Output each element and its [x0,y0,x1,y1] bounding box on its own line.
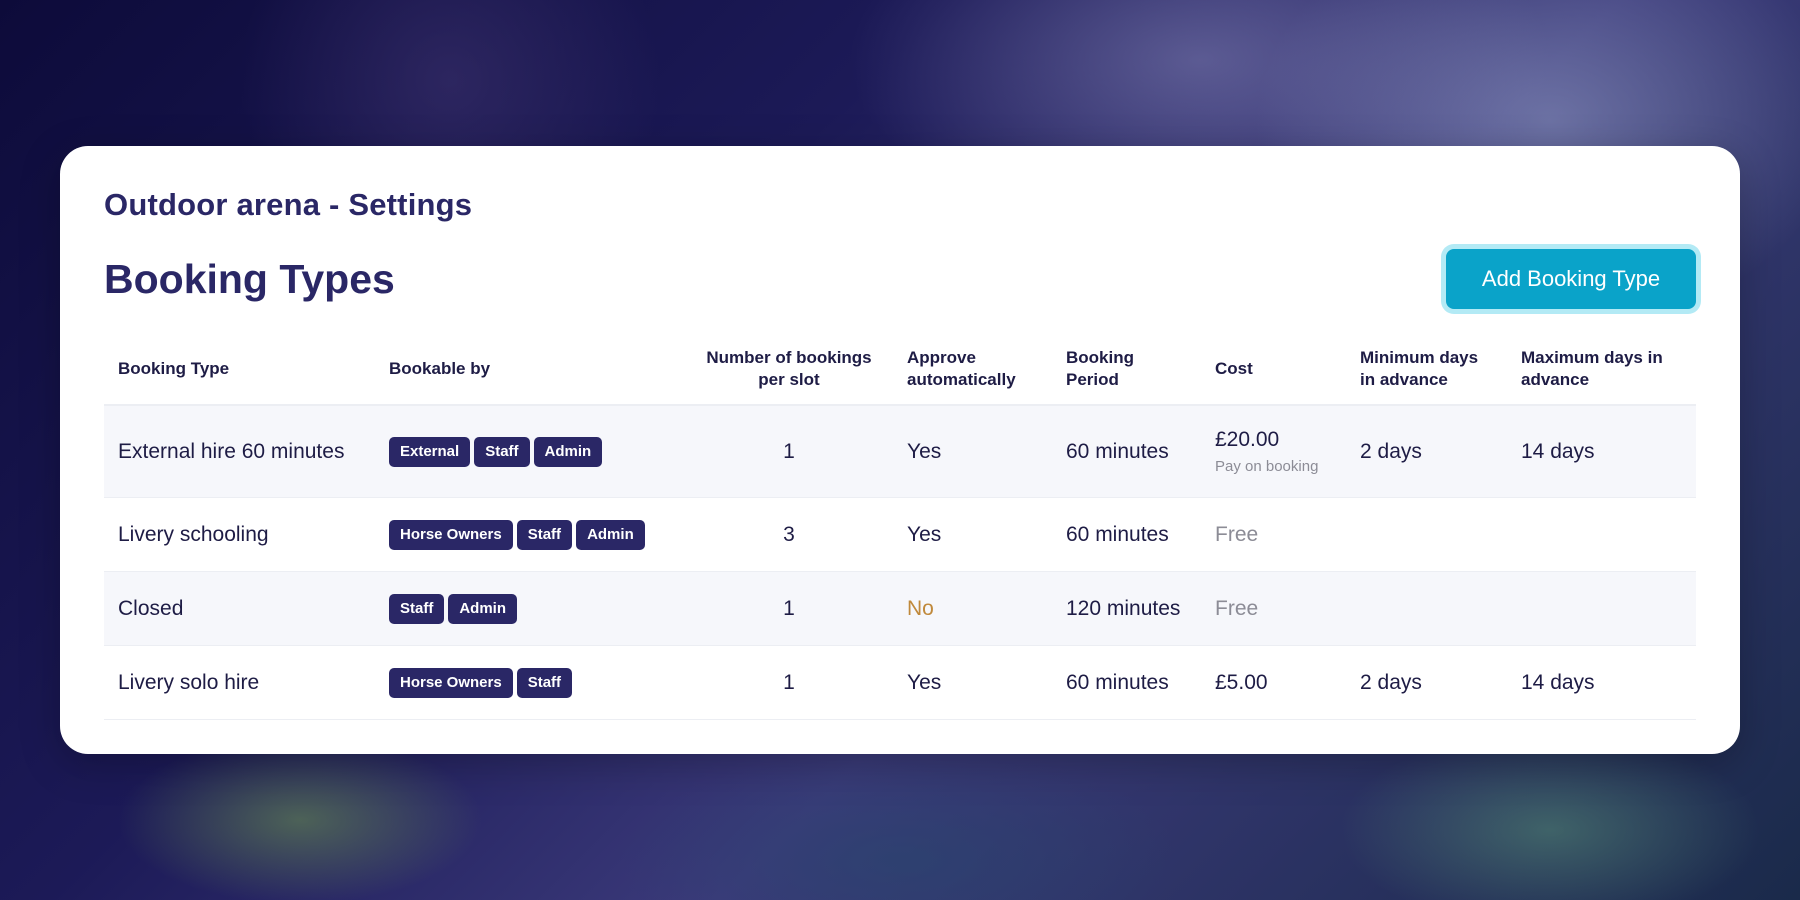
table-row[interactable]: External hire 60 minutes External Staff Ad… [104,405,1696,499]
min-days [1346,571,1507,647]
approve-automatically: Yes [893,645,1052,721]
table-row[interactable]: Closed Staff Admin 1 No 120 minutes Free [104,571,1696,647]
role-badge: External [389,436,471,467]
bookable-by-cell: External Staff Admin [375,405,685,499]
role-badge: Staff [474,436,530,467]
header-cost[interactable]: Cost [1201,334,1346,407]
max-days: 14 days [1507,645,1696,721]
booking-period: 60 minutes [1052,497,1201,573]
approve-automatically: Yes [893,497,1052,573]
bookings-per-slot: 1 [685,571,893,647]
cost-note: Pay on booking [1215,458,1319,476]
cost-value: £20.00 [1215,428,1280,452]
cost-value: £5.00 [1201,645,1346,721]
header-booking-type[interactable]: Booking Type [104,334,375,407]
header-bookable-by[interactable]: Bookable by [375,334,685,407]
table-header-row: Booking Type Bookable by Number of booki… [104,334,1696,407]
role-badge: Staff [516,667,573,698]
header-min-days[interactable]: Minimum days in advance [1346,334,1507,407]
cost-value: Free [1201,571,1346,647]
table-row[interactable]: Livery solo hire Horse Owners Staff 1 Yes… [104,645,1696,721]
role-badge: Staff [389,593,445,624]
booking-period: 120 minutes [1052,571,1201,647]
min-days: 2 days [1346,405,1507,499]
header-approve-automatically[interactable]: Approve automatically [893,334,1052,407]
bookings-per-slot: 3 [685,497,893,573]
bookable-by-cell: Staff Admin [375,571,685,647]
header-max-days[interactable]: Maximum days in advance [1507,334,1696,407]
max-days [1507,571,1696,647]
booking-period: 60 minutes [1052,645,1201,721]
role-badge: Horse Owners [389,667,513,698]
role-badge: Horse Owners [389,519,513,550]
booking-type-name[interactable]: External hire 60 minutes [104,405,375,499]
add-booking-type-button[interactable]: Add Booking Type [1446,249,1696,310]
section-header: Booking Types Add Booking Type [104,248,1696,310]
max-days [1507,497,1696,573]
bookings-per-slot: 1 [685,645,893,721]
approve-automatically: Yes [893,405,1052,499]
header-bookings-per-slot[interactable]: Number of bookings per slot [685,334,893,407]
booking-period: 60 minutes [1052,405,1201,499]
table-row[interactable]: Livery schooling Horse Owners Staff Admin … [104,497,1696,573]
max-days: 14 days [1507,405,1696,499]
role-badge: Staff [516,519,573,550]
header-booking-period[interactable]: Booking Period [1052,334,1201,407]
section-title: Booking Types [104,255,395,302]
min-days [1346,497,1507,573]
cost-cell: £20.00 Pay on booking [1201,405,1346,499]
bookable-by-cell: Horse Owners Staff [375,645,685,721]
min-days: 2 days [1346,645,1507,721]
bookable-by-cell: Horse Owners Staff Admin [375,497,685,573]
booking-type-name[interactable]: Livery solo hire [104,645,375,721]
approve-automatically: No [893,571,1052,647]
role-badge: Admin [448,593,518,624]
booking-type-name[interactable]: Closed [104,571,375,647]
role-badge: Admin [533,436,603,467]
page-title: Outdoor arena - Settings [104,187,473,222]
booking-type-name[interactable]: Livery schooling [104,497,375,573]
settings-card: Outdoor arena - Settings Booking Types A… [60,146,1740,754]
cost-value: Free [1201,497,1346,573]
bookings-per-slot: 1 [685,405,893,499]
role-badge: Admin [576,519,645,550]
booking-types-table: Booking Type Bookable by Number of booki… [104,334,1696,721]
